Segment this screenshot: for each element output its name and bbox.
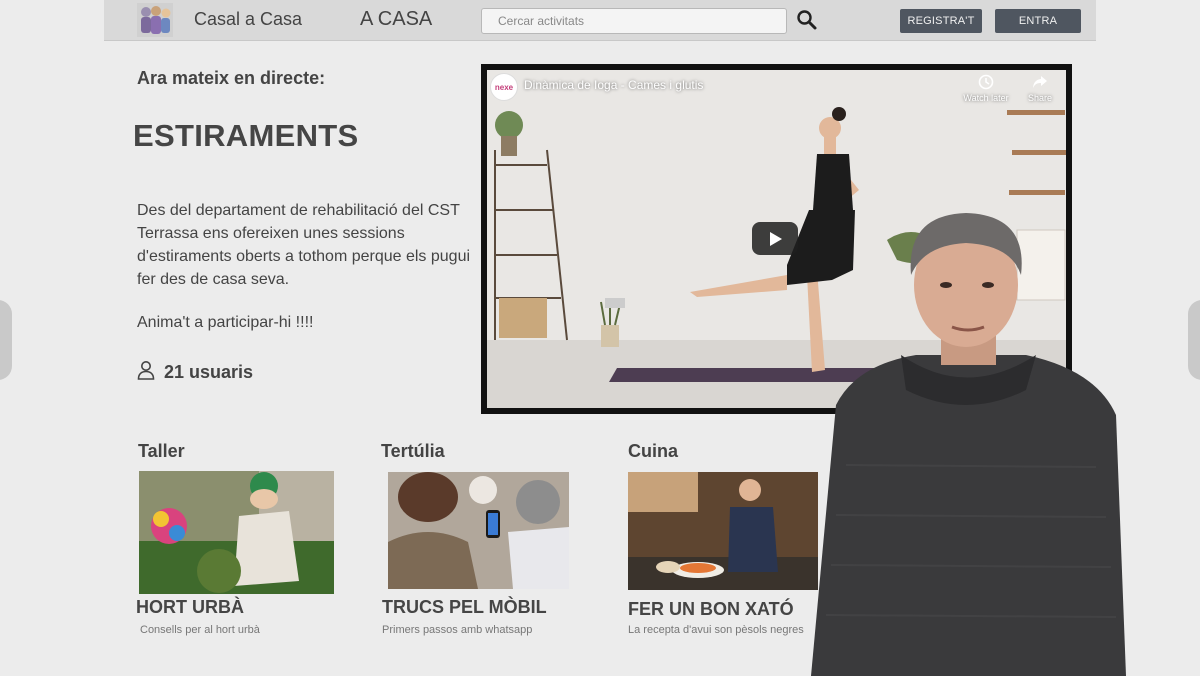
- clock-icon: [978, 74, 994, 90]
- live-description: Des del departament de rehabilitació del…: [137, 202, 471, 288]
- category-label: Tertúlia: [381, 441, 445, 461]
- category-title[interactable]: HORT URBÀ: [136, 597, 244, 618]
- share-icon: [1033, 76, 1047, 88]
- search-input[interactable]: [481, 8, 787, 34]
- nav-a-casa[interactable]: A CASA: [360, 8, 432, 31]
- presenter-video-overlay: [806, 205, 1136, 676]
- category-subtitle: Primers passos amb whatsapp: [382, 624, 533, 636]
- search-icon[interactable]: [796, 9, 818, 31]
- logo-icon[interactable]: [137, 3, 173, 37]
- live-now-label: Ara mateix en directe:: [137, 68, 326, 88]
- category-card-cuina[interactable]: Cuina: [628, 441, 678, 462]
- channel-avatar[interactable]: nexe: [490, 73, 518, 101]
- carousel-next-arrow[interactable]: [1188, 300, 1200, 380]
- share-button[interactable]: Share: [1023, 74, 1057, 103]
- category-label: Cuina: [628, 441, 679, 461]
- watch-later-button[interactable]: Watch later: [959, 74, 1013, 103]
- category-title[interactable]: FER UN BON XATÓ: [628, 599, 794, 620]
- call-to-action: Anima't a participar-hi !!!!: [137, 314, 314, 331]
- category-subtitle: Consells per al hort urbà: [140, 624, 260, 636]
- category-card-taller[interactable]: Taller: [138, 441, 185, 462]
- category-card-tertulia[interactable]: Tertúlia: [381, 441, 445, 462]
- register-button[interactable]: REGISTRA'T: [900, 9, 982, 33]
- user-icon: [137, 360, 155, 385]
- thumbnail-hort-urba[interactable]: [139, 471, 334, 594]
- share-label: Share: [1027, 93, 1053, 103]
- carousel-prev-arrow[interactable]: [0, 300, 12, 380]
- video-title[interactable]: Dinàmica de Ioga - Cames i glutis: [524, 78, 703, 92]
- login-button[interactable]: ENTRA: [995, 9, 1081, 33]
- user-count-label: 21 usuaris: [164, 362, 254, 382]
- play-button[interactable]: [752, 222, 798, 255]
- top-header: Casal a Casa A CASA REGISTRA'T ENTRA: [104, 0, 1096, 41]
- category-label: Taller: [138, 441, 185, 461]
- thumbnail-fer-un-bon-xato[interactable]: [628, 472, 818, 590]
- thumbnail-trucs-mobil[interactable]: [388, 472, 569, 589]
- live-activity-title[interactable]: ESTIRAMENTS: [133, 118, 358, 154]
- user-count: 21 usuaris: [137, 360, 253, 385]
- category-subtitle: La recepta d'avui son pèsols negres: [628, 624, 804, 636]
- watch-later-label: Watch later: [963, 93, 1009, 103]
- category-title[interactable]: TRUCS PEL MÒBIL: [382, 597, 547, 618]
- brand-name[interactable]: Casal a Casa: [194, 9, 302, 30]
